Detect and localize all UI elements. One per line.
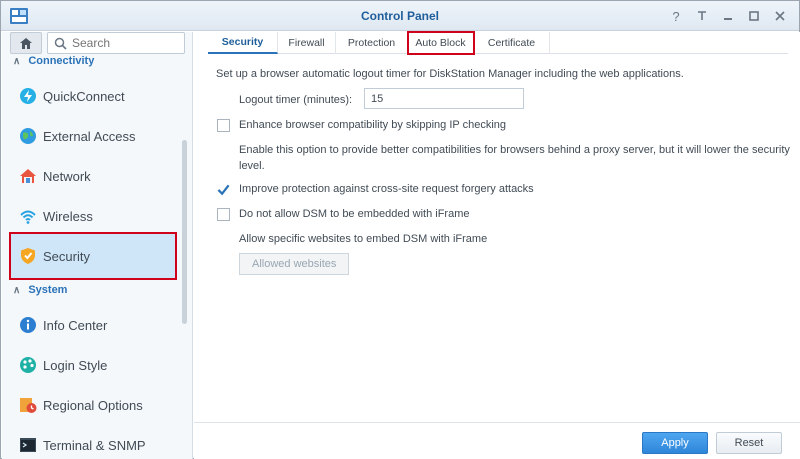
tab-protection[interactable]: Protection <box>336 32 408 54</box>
tab-auto-block[interactable]: Auto Block <box>407 31 475 55</box>
tab-security[interactable]: Security <box>208 32 278 54</box>
tab-firewall[interactable]: Firewall <box>278 32 336 54</box>
main-panel: Security Firewall Protection Auto Block … <box>194 31 800 459</box>
sidebar-item-terminal-snmp[interactable]: Terminal & SNMP <box>10 425 176 459</box>
sidebar-item-label: Info Center <box>43 317 108 333</box>
compat-description: Enable this option to provide better com… <box>239 144 790 172</box>
quickconnect-icon <box>19 87 37 105</box>
sidebar-item-info-center[interactable]: Info Center <box>10 305 176 345</box>
sidebar-item-label: Wireless <box>43 208 93 224</box>
terminal-icon <box>19 436 37 454</box>
pin-icon[interactable] <box>693 7 711 25</box>
sidebar-item-network[interactable]: Network <box>10 156 176 196</box>
sidebar-item-label: External Access <box>43 128 136 144</box>
iframe-checkbox[interactable] <box>217 208 230 221</box>
footer-bar: Apply Reset <box>194 422 800 459</box>
group-label: System <box>28 284 68 296</box>
iframe-label: Do not allow DSM to be embedded with iFr… <box>239 208 470 220</box>
allowed-websites-button[interactable]: Allowed websites <box>239 253 350 275</box>
sidebar-item-label: Network <box>43 168 91 184</box>
compat-checkbox[interactable] <box>217 119 230 132</box>
chevron-up-icon: ∧ <box>13 284 21 296</box>
apply-button[interactable]: Apply <box>642 432 708 454</box>
sidebar-item-label: Security <box>43 248 90 264</box>
compat-label: Enhance browser compatibility by skippin… <box>239 119 506 131</box>
title-bar[interactable]: Control Panel ? <box>1 1 799 31</box>
sidebar-item-label: Regional Options <box>43 397 143 413</box>
sidebar: ∧ Connectivity QuickConnect External Acc… <box>2 32 193 459</box>
control-panel-window: Control Panel ? Search ∧ Connectivity Qu… <box>0 0 800 459</box>
sidebar-item-security[interactable]: Security <box>9 232 177 280</box>
shield-icon <box>19 247 37 265</box>
wifi-icon <box>19 207 37 225</box>
home-button[interactable] <box>10 32 42 54</box>
sidebar-item-login-style[interactable]: Login Style <box>10 345 176 385</box>
minimize-icon[interactable] <box>719 7 737 25</box>
help-icon[interactable]: ? <box>667 7 685 25</box>
csrf-label: Improve protection against cross-site re… <box>239 183 534 195</box>
sidebar-item-external-access[interactable]: External Access <box>10 116 176 156</box>
group-label: Connectivity <box>28 55 95 67</box>
group-header-system[interactable]: ∧ System <box>13 283 67 297</box>
house-icon <box>19 167 37 185</box>
search-box[interactable] <box>47 32 185 54</box>
search-icon <box>54 37 67 50</box>
sidebar-item-regional-options[interactable]: Regional Options <box>10 385 176 425</box>
chevron-up-icon: ∧ <box>13 55 21 67</box>
reset-button[interactable]: Reset <box>716 432 782 454</box>
globe-icon <box>19 127 37 145</box>
sidebar-item-label: QuickConnect <box>43 88 125 104</box>
info-icon <box>19 316 37 334</box>
sidebar-scrollbar[interactable] <box>182 140 187 324</box>
palette-icon <box>19 356 37 374</box>
search-input[interactable] <box>72 35 180 51</box>
sidebar-item-wireless[interactable]: Wireless <box>10 196 176 236</box>
sidebar-item-quickconnect[interactable]: QuickConnect <box>10 76 176 116</box>
iframe-allow-text: Allow specific websites to embed DSM wit… <box>239 233 488 245</box>
sidebar-item-label: Login Style <box>43 357 108 373</box>
clock-calendar-icon <box>19 396 37 414</box>
home-icon <box>20 37 32 49</box>
checkmark-icon <box>217 184 230 196</box>
close-icon[interactable] <box>771 7 789 25</box>
intro-text: Set up a browser automatic logout timer … <box>216 68 684 80</box>
tab-bar: Security Firewall Protection Auto Block … <box>208 31 788 55</box>
maximize-icon[interactable] <box>745 7 763 25</box>
tab-certificate[interactable]: Certificate <box>474 32 550 54</box>
logout-timer-label: Logout timer (minutes): <box>239 94 353 106</box>
group-header-connectivity[interactable]: ∧ Connectivity <box>13 54 94 68</box>
logout-timer-input[interactable] <box>364 88 524 109</box>
sidebar-item-label: Terminal & SNMP <box>43 437 146 453</box>
csrf-checkbox[interactable] <box>217 183 230 196</box>
